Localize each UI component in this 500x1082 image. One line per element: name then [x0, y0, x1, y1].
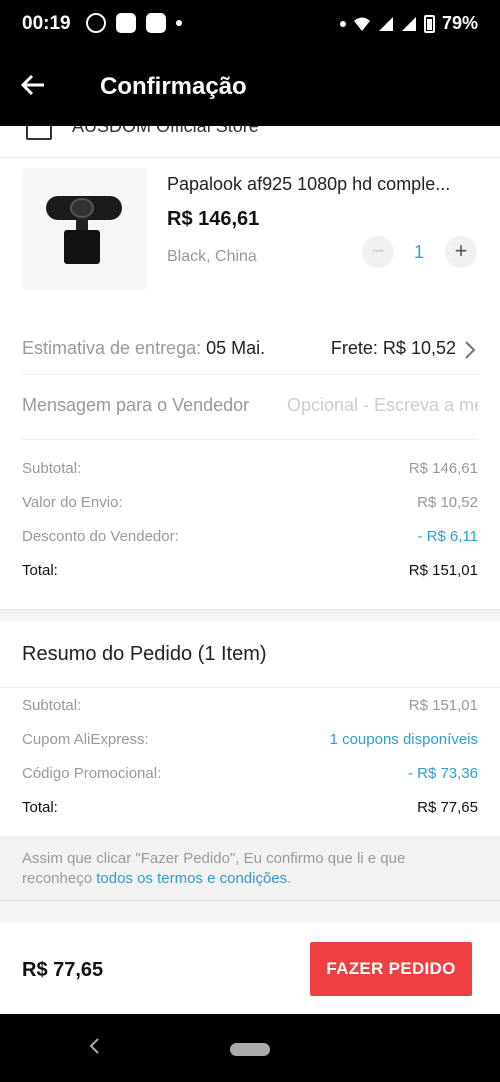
coupon-row[interactable]: Cupom AliExpress: 1 coupons disponíveis	[22, 731, 478, 751]
terms-end: .	[287, 870, 292, 887]
quantity-increase-button[interactable]: +	[445, 236, 477, 268]
notification-icons	[86, 13, 182, 33]
webcam-base	[64, 230, 100, 264]
checkout-total: R$ 77,65	[22, 959, 104, 981]
checkout-bar: R$ 77,65 FAZER PEDIDO	[0, 922, 500, 1014]
order-subtotal-value: R$ 151,01	[408, 697, 478, 714]
promo-code-value[interactable]: - R$ 73,36	[408, 765, 478, 782]
order-total-row: Total: R$ 77,65	[22, 799, 478, 819]
store-total-row: Total: R$ 151,01	[22, 562, 478, 582]
seller-discount-value: - R$ 6,11	[417, 528, 478, 545]
promo-code-row[interactable]: Código Promocional: - R$ 73,36	[22, 765, 478, 785]
wifi-icon	[353, 17, 370, 31]
shipping-value-amount: R$ 10,52	[417, 494, 478, 511]
seller-message-label: Mensagem para o Vendedor	[22, 395, 250, 415]
whatsapp-icon	[86, 13, 106, 33]
coupon-available-link[interactable]: 1 coupons disponíveis	[330, 731, 478, 748]
product-variant: Black, China	[167, 248, 257, 265]
system-icons: 79%	[339, 13, 478, 34]
divider	[0, 687, 500, 688]
seller-message-row: Mensagem para o Vendedor	[22, 395, 478, 419]
delivery-date: 05 Mai.	[206, 338, 266, 358]
signal-icon	[401, 16, 416, 31]
order-total-value: R$ 77,65	[417, 799, 478, 816]
arrow-left-icon	[20, 74, 44, 96]
shipping-value-label: Valor do Envio:	[22, 494, 123, 511]
section-separator	[0, 609, 500, 621]
order-summary-title: Resumo do Pedido (1 Item)	[22, 643, 267, 665]
seller-discount-row: Desconto do Vendedor: - R$ 6,11	[22, 528, 478, 548]
divider	[22, 439, 478, 440]
signal-icon	[378, 16, 393, 31]
promo-code-label: Código Promocional:	[22, 765, 162, 782]
store-name: AUSDOM Official Store	[72, 126, 259, 136]
nav-back-icon[interactable]	[88, 1036, 100, 1056]
nav-home-button[interactable]	[230, 1043, 270, 1056]
more-notifications-icon	[176, 20, 182, 26]
dot-icon	[339, 20, 346, 27]
terms-notice: Assim que clicar "Fazer Pedido", Eu conf…	[0, 836, 500, 900]
chevron-right-icon	[465, 341, 476, 359]
store-subtotal-value: R$ 146,61	[408, 460, 478, 477]
quantity-decrease-button[interactable]: −	[362, 236, 394, 268]
status-time: 00:19	[22, 13, 71, 34]
store-subtotal-row: Subtotal: R$ 146,61	[22, 460, 478, 480]
back-button[interactable]	[20, 72, 56, 102]
product-image[interactable]	[22, 168, 147, 290]
status-bar: 00:19 79%	[0, 0, 500, 48]
quantity-value: 1	[413, 242, 424, 262]
section-separator	[0, 900, 500, 922]
seller-message-input[interactable]	[287, 395, 478, 416]
product-title[interactable]: Papalook af925 1080p hd comple...	[167, 174, 479, 195]
webcam-lens	[70, 198, 94, 218]
battery-icon	[423, 14, 435, 33]
seller-discount-label: Desconto do Vendedor:	[22, 528, 179, 545]
divider	[22, 374, 478, 375]
delivery-label: Estimativa de entrega:	[22, 338, 202, 358]
terms-link[interactable]: todos os termos e condições	[96, 870, 287, 887]
store-icon	[26, 126, 52, 140]
place-order-button[interactable]: FAZER PEDIDO	[310, 942, 472, 996]
order-subtotal-row: Subtotal: R$ 151,01	[22, 697, 478, 717]
order-subtotal-label: Subtotal:	[22, 697, 82, 714]
store-total-value: R$ 151,01	[408, 562, 478, 579]
shipping-value-row: Valor do Envio: R$ 10,52	[22, 494, 478, 514]
app-bar: Confirmação	[0, 48, 500, 126]
shipping-cost[interactable]: Frete: R$ 10,52	[331, 338, 456, 359]
store-total-label: Total:	[22, 562, 58, 579]
app-notification-icon	[116, 13, 136, 33]
delivery-row[interactable]: Estimativa de entrega: 05 Mai. Frete: R$…	[22, 338, 478, 362]
product-price: R$ 146,61	[167, 208, 260, 230]
store-subtotal-label: Subtotal:	[22, 460, 82, 477]
coupon-label: Cupom AliExpress:	[22, 731, 149, 748]
order-total-label: Total:	[22, 799, 58, 816]
system-nav-bar	[0, 1014, 500, 1082]
store-header[interactable]: AUSDOM Official Store	[0, 126, 500, 158]
page-title: Confirmação	[100, 73, 247, 100]
battery-level: 79%	[441, 13, 478, 33]
app-notification-icon	[146, 13, 166, 33]
